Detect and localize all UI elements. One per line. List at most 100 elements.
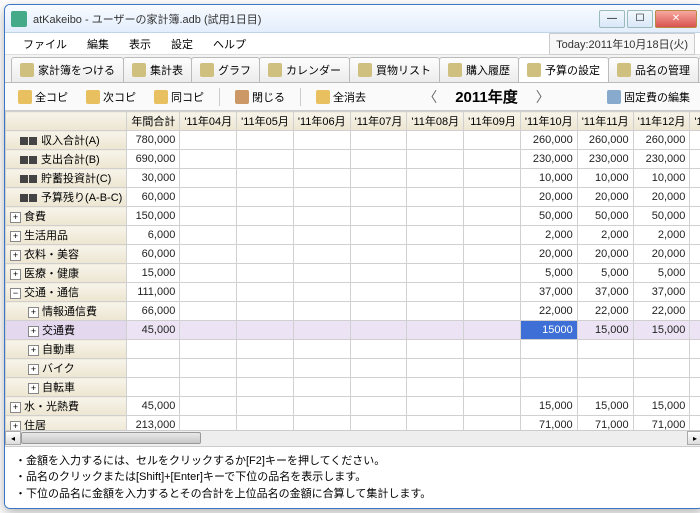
tab-2[interactable]: グラフ xyxy=(191,57,260,82)
cell[interactable]: 5,000 xyxy=(577,264,633,283)
cell[interactable] xyxy=(350,359,407,378)
col-header[interactable] xyxy=(6,112,127,131)
cell[interactable] xyxy=(237,245,294,264)
cell[interactable] xyxy=(180,397,237,416)
cell[interactable] xyxy=(577,340,633,359)
cell[interactable] xyxy=(690,397,700,416)
cell[interactable] xyxy=(350,416,407,430)
cell[interactable]: 22,000 xyxy=(520,302,577,321)
cell[interactable] xyxy=(180,321,237,340)
cell[interactable] xyxy=(180,150,237,169)
cell[interactable]: 37,000 xyxy=(520,283,577,302)
row-header[interactable]: +衣料・美容 xyxy=(6,245,127,264)
cell[interactable]: 37,000 xyxy=(577,283,633,302)
cell[interactable]: 20,000 xyxy=(633,188,690,207)
cell[interactable] xyxy=(690,283,700,302)
scroll-track[interactable] xyxy=(21,431,687,445)
cell[interactable] xyxy=(180,131,237,150)
expand-toggle[interactable]: + xyxy=(10,402,21,413)
cell[interactable] xyxy=(293,226,350,245)
tab-1[interactable]: 集計表 xyxy=(123,57,192,82)
cell[interactable] xyxy=(293,378,350,397)
tab-3[interactable]: カレンダー xyxy=(259,57,350,82)
cell[interactable] xyxy=(237,264,294,283)
row-header[interactable]: +水・光熱費 xyxy=(6,397,127,416)
cell[interactable] xyxy=(180,188,237,207)
row-header[interactable]: 予算残り(A-B-C) xyxy=(6,188,127,207)
expand-toggle[interactable]: − xyxy=(10,288,21,299)
row-header[interactable]: +生活用品 xyxy=(6,226,127,245)
cell[interactable] xyxy=(293,188,350,207)
cell[interactable]: 15,000 xyxy=(127,264,180,283)
cell[interactable]: 22,000 xyxy=(577,302,633,321)
cell[interactable] xyxy=(464,378,521,397)
copy-all-button[interactable]: 全コピ xyxy=(11,86,75,108)
col-header[interactable]: 年間合計 xyxy=(127,112,180,131)
menu-3[interactable]: 設定 xyxy=(161,34,203,54)
col-header[interactable]: '11年04月 xyxy=(180,112,237,131)
prev-year-button[interactable]: 〈 xyxy=(417,87,443,107)
cell[interactable] xyxy=(127,340,180,359)
cell[interactable] xyxy=(350,340,407,359)
row-header[interactable]: +バイク xyxy=(6,359,127,378)
cell[interactable] xyxy=(690,264,700,283)
cell[interactable]: 111,000 xyxy=(127,283,180,302)
cell[interactable] xyxy=(690,188,700,207)
cell[interactable] xyxy=(407,150,464,169)
cell[interactable] xyxy=(237,150,294,169)
expand-toggle[interactable]: + xyxy=(10,421,21,430)
cell[interactable] xyxy=(407,340,464,359)
cell[interactable]: 230,000 xyxy=(633,150,690,169)
cell[interactable] xyxy=(293,302,350,321)
cell[interactable]: 45,000 xyxy=(127,397,180,416)
cell[interactable] xyxy=(633,378,690,397)
cell[interactable]: 71,000 xyxy=(520,416,577,430)
cell[interactable]: 71,000 xyxy=(577,416,633,430)
cell[interactable] xyxy=(293,207,350,226)
cell[interactable]: 20,000 xyxy=(520,245,577,264)
close-button[interactable]: ✕ xyxy=(655,10,697,28)
minimize-button[interactable]: — xyxy=(599,10,625,28)
cell[interactable] xyxy=(350,207,407,226)
cell[interactable] xyxy=(690,416,700,430)
cell[interactable] xyxy=(464,131,521,150)
cell[interactable]: 10,000 xyxy=(520,169,577,188)
cell[interactable] xyxy=(520,340,577,359)
cell[interactable] xyxy=(407,378,464,397)
cell[interactable] xyxy=(690,359,700,378)
cell[interactable] xyxy=(633,340,690,359)
expand-toggle[interactable]: + xyxy=(28,364,39,375)
cell[interactable] xyxy=(690,207,700,226)
cell[interactable]: 20,000 xyxy=(577,188,633,207)
clear-all-button[interactable]: 全消去 xyxy=(309,86,373,108)
menu-2[interactable]: 表示 xyxy=(119,34,161,54)
cell[interactable]: 213,000 xyxy=(127,416,180,430)
cell[interactable] xyxy=(407,245,464,264)
cell[interactable]: 20,000 xyxy=(633,245,690,264)
cell[interactable] xyxy=(407,131,464,150)
cell[interactable] xyxy=(293,397,350,416)
expand-toggle[interactable]: + xyxy=(10,250,21,261)
row-header[interactable]: +食費 xyxy=(6,207,127,226)
cell[interactable] xyxy=(180,359,237,378)
cell[interactable] xyxy=(237,397,294,416)
cell[interactable] xyxy=(633,359,690,378)
cell[interactable]: 15,000 xyxy=(520,397,577,416)
cell[interactable]: 37,000 xyxy=(633,283,690,302)
expand-toggle[interactable]: + xyxy=(10,269,21,280)
cell[interactable]: 60,000 xyxy=(127,188,180,207)
cell[interactable] xyxy=(127,378,180,397)
col-header[interactable]: '11年11月 xyxy=(577,112,633,131)
cell[interactable] xyxy=(237,321,294,340)
cell[interactable] xyxy=(407,188,464,207)
scroll-thumb[interactable] xyxy=(21,432,201,444)
cell[interactable] xyxy=(350,150,407,169)
cell[interactable] xyxy=(464,150,521,169)
tab-7[interactable]: 品名の管理 xyxy=(608,57,699,82)
row-header[interactable]: +住居 xyxy=(6,416,127,430)
cell[interactable]: 50,000 xyxy=(633,207,690,226)
cell[interactable] xyxy=(520,378,577,397)
row-header[interactable]: +交通費 xyxy=(6,321,127,340)
cell[interactable] xyxy=(350,378,407,397)
cell[interactable] xyxy=(690,340,700,359)
